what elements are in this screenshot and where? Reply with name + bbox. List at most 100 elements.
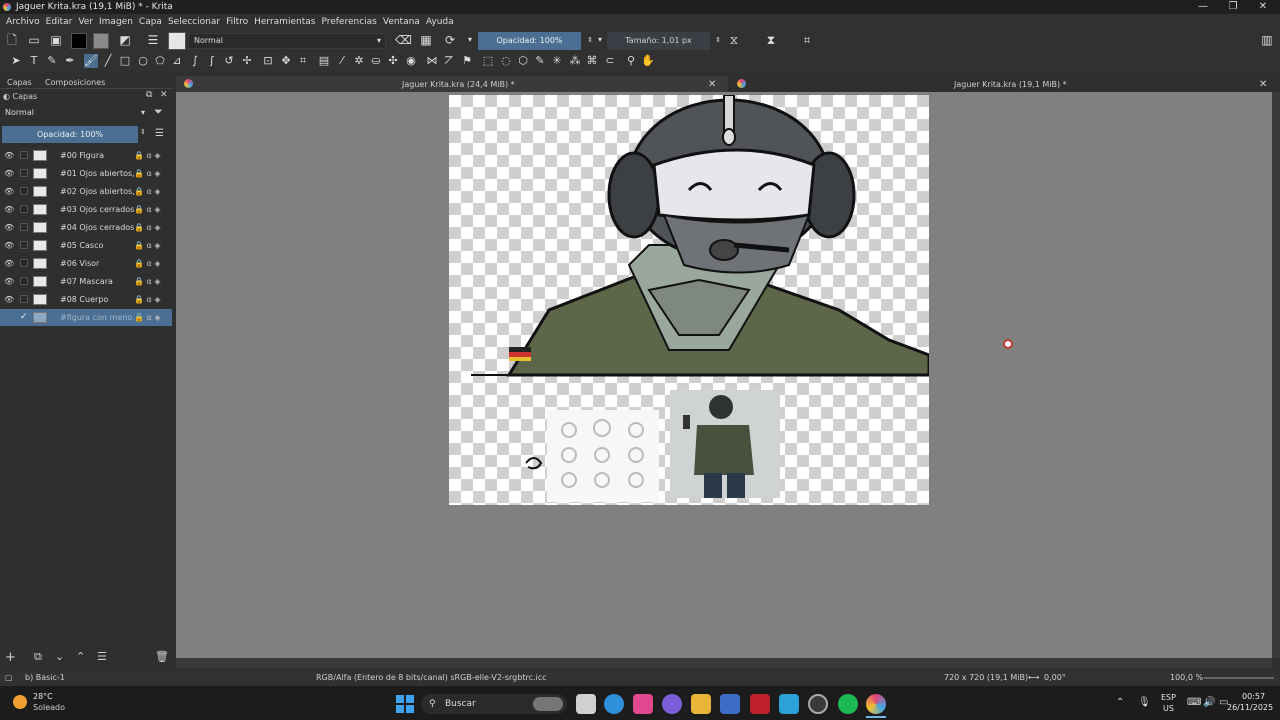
layer-blend-combo[interactable]: Normal ▾	[0, 106, 149, 122]
app-icon[interactable]	[633, 694, 653, 714]
layer-row[interactable]: 👁 #07 Mascara 🔒 α ◈	[0, 273, 172, 290]
visibility-eye-icon[interactable]: 👁	[4, 255, 14, 272]
swap-colors-icon[interactable]: ◩	[118, 33, 132, 47]
lock-alpha-icons[interactable]: 🔒 α ◈	[134, 255, 160, 272]
smart-patch-icon[interactable]: ✲	[352, 54, 366, 68]
foreground-color-swatch[interactable]	[71, 33, 87, 49]
visibility-eye-icon[interactable]: 👁	[4, 183, 14, 200]
taskbar-search[interactable]: ⚲ Buscar	[421, 694, 567, 714]
multibrush-icon[interactable]: ✢	[240, 54, 254, 68]
brush-preset-icon[interactable]	[168, 32, 186, 50]
lock-alpha-icons[interactable]: 🔒 α ◈	[134, 201, 160, 218]
language-primary[interactable]: ESP	[1161, 693, 1176, 702]
polyline-tool-icon[interactable]: ⊿	[170, 54, 184, 68]
bezier-tool-icon[interactable]: ∫	[188, 54, 202, 68]
crop-tool-icon[interactable]: ⌗	[296, 54, 310, 68]
measure-tool-icon[interactable]: ⦢	[442, 54, 456, 68]
file-explorer-icon[interactable]	[691, 694, 711, 714]
network-icon[interactable]: ⌨	[1187, 697, 1201, 708]
freehand-select-icon[interactable]: ✎	[533, 54, 547, 68]
spotify-icon[interactable]	[838, 694, 858, 714]
chevron-up-icon[interactable]: ⌃	[1116, 697, 1124, 708]
layer-menu-icon[interactable]: ☰	[155, 128, 164, 139]
ellipse-select-icon[interactable]: ◌	[499, 54, 513, 68]
layer-row[interactable]: 👁#02 Ojos abiertos,...🔒 α ◈	[0, 183, 172, 200]
rotation-icon[interactable]: ⟷	[1028, 670, 1039, 686]
delete-layer-icon[interactable]: 🗑	[155, 650, 169, 663]
tab-composiciones[interactable]: Composiciones	[45, 78, 105, 87]
transform-tool-icon[interactable]: ⊡	[261, 54, 275, 68]
rect-select-icon[interactable]: ⬚	[481, 54, 495, 68]
lock-alpha-icons[interactable]: 🔒 α ◈	[134, 183, 160, 200]
weather-temp[interactable]: 28°C	[33, 692, 53, 701]
zoom-tool-icon[interactable]: ⚲	[624, 54, 638, 68]
wrap-around-icon[interactable]: ⌗	[800, 33, 814, 47]
menu-capa[interactable]: Capa	[136, 14, 165, 30]
task-view-icon[interactable]	[576, 694, 596, 714]
calligraphy-icon[interactable]: ✒	[63, 54, 77, 68]
menu-herramientas[interactable]: Herramientas	[251, 14, 318, 30]
clock-time[interactable]: 00:57	[1242, 692, 1265, 701]
blend-mode-combo[interactable]: Normal ▾	[188, 33, 386, 49]
freehand-path-icon[interactable]: ʃ	[205, 54, 219, 68]
spin-arrows-icon[interactable]: ⇕	[140, 128, 146, 136]
close-tab-icon[interactable]: ✕	[1259, 78, 1267, 92]
layer-checkbox[interactable]	[20, 295, 28, 303]
bezier-select-icon[interactable]: ⌘	[585, 54, 599, 68]
menu-ayuda[interactable]: Ayuda	[423, 14, 457, 30]
color-picker-icon[interactable]: ⁄	[335, 54, 349, 68]
layer-row[interactable]: 👁#03 Ojos cerrados,...🔒 α ◈	[0, 201, 172, 218]
vertical-scrollbar[interactable]	[1272, 92, 1280, 658]
reference-tool-icon[interactable]: ⚑	[460, 54, 474, 68]
layer-opacity-slider[interactable]: Opacidad: 100%	[2, 126, 138, 143]
visibility-eye-icon[interactable]: 👁	[4, 273, 14, 290]
netflix-icon[interactable]	[750, 694, 770, 714]
opacity-slider[interactable]: Opacidad: 100%	[478, 32, 581, 50]
dynamic-brush-icon[interactable]: ↺	[222, 54, 236, 68]
gradient-tool-icon[interactable]: ▤	[317, 54, 331, 68]
spin-arrows-icon[interactable]: ⇕	[711, 33, 725, 47]
rectangle-tool-icon[interactable]: □	[118, 54, 132, 68]
menu-editar[interactable]: Editar	[43, 14, 76, 30]
edge-icon[interactable]	[604, 694, 624, 714]
lock-alpha-icons[interactable]: 🔒 α ◈	[134, 165, 160, 182]
select-shape-icon[interactable]: ➤	[9, 54, 23, 68]
move-up-icon[interactable]: ⌃	[76, 650, 85, 663]
add-layer-icon[interactable]: +	[5, 650, 16, 665]
menu-seleccionar[interactable]: Seleccionar	[165, 14, 223, 30]
copilot-icon[interactable]	[662, 694, 682, 714]
layer-row[interactable]: 👁#01 Ojos abiertos,...🔒 α ◈	[0, 165, 172, 182]
layer-checkbox[interactable]	[20, 187, 28, 195]
contiguous-select-icon[interactable]: ✳	[550, 54, 564, 68]
store-icon[interactable]	[720, 694, 740, 714]
layer-checkbox[interactable]	[20, 277, 28, 285]
alpha-lock-icon[interactable]: ▦	[419, 33, 433, 47]
microphone-icon[interactable]: 🎙	[1138, 697, 1151, 708]
lock-alpha-icons[interactable]: 🔒 α ◈	[134, 309, 160, 326]
layer-checkbox[interactable]	[20, 205, 28, 213]
lock-alpha-icons[interactable]: 🔒 α ◈	[134, 237, 160, 254]
mirror-horizontal-icon[interactable]: ⧖	[727, 33, 741, 47]
visibility-eye-icon[interactable]: 👁	[4, 219, 14, 236]
windows-start-icon[interactable]	[396, 695, 414, 713]
zoom-slider[interactable]	[1204, 677, 1274, 679]
volume-icon[interactable]: 🔊	[1203, 697, 1215, 708]
line-tool-icon[interactable]: ╱	[101, 54, 115, 68]
visibility-eye-icon[interactable]: 👁	[4, 165, 14, 182]
polygon-tool-icon[interactable]: ⬠	[153, 54, 167, 68]
freehand-brush-icon[interactable]: 🖌	[84, 54, 98, 68]
krita-taskbar-icon[interactable]	[866, 694, 886, 714]
chevron-down-icon[interactable]: ▾	[593, 33, 607, 47]
similar-select-icon[interactable]: ⁂	[568, 54, 582, 68]
enclose-fill-icon[interactable]: ✣	[386, 54, 400, 68]
layer-row[interactable]: 👁 #08 Cuerpo 🔒 α ◈	[0, 291, 172, 308]
layer-row[interactable]: 👁 #00 Figura 🔒 α ◈	[0, 147, 172, 164]
background-color-swatch[interactable]	[93, 33, 109, 49]
lock-alpha-icons[interactable]: 🔒 α ◈	[134, 291, 160, 308]
chevron-down-icon[interactable]: ▾	[463, 33, 477, 47]
restore-icon[interactable]: ❐	[1218, 0, 1248, 14]
close-icon[interactable]: ✕	[1248, 0, 1278, 14]
ellipse-tool-icon[interactable]: ○	[136, 54, 150, 68]
visibility-eye-icon[interactable]: 👁	[4, 201, 14, 218]
workspace-layout-icon[interactable]: ▥	[1260, 33, 1274, 47]
